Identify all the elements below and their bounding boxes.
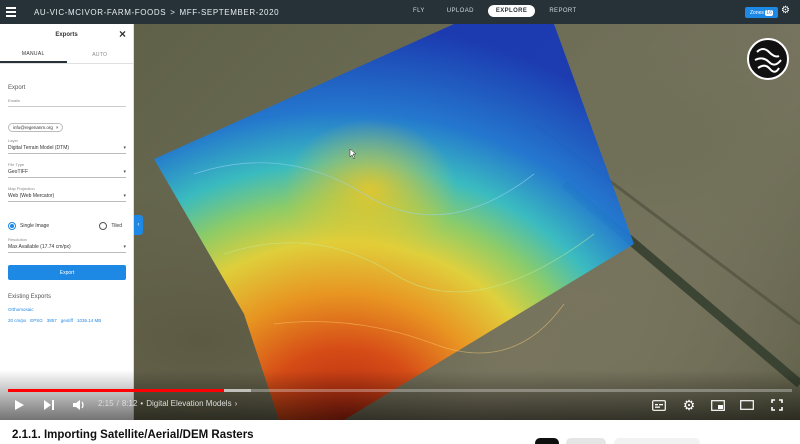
export-meta-resolution: 20 cm/px xyxy=(8,318,27,323)
resolution-value: Max Available (17.74 cm/px) xyxy=(8,244,71,250)
single-image-label: Single Image xyxy=(20,223,50,229)
miniplayer-icon[interactable] xyxy=(709,397,727,413)
email-chip[interactable]: info@regenanm.org × xyxy=(8,123,64,132)
panel-title: Exports xyxy=(55,32,78,38)
map-view[interactable] xyxy=(134,24,800,420)
projection-value: Web (Web Mercator) xyxy=(8,193,55,199)
progress-played xyxy=(8,389,224,392)
breadcrumb: AU-VIC-MCIVOR-FARM-FOODS > MFF-SEPTEMBER… xyxy=(34,8,279,17)
app-top-bar: AU-VIC-MCIVOR-FARM-FOODS > MFF-SEPTEMBER… xyxy=(0,0,800,24)
settings-icon[interactable]: ⚙ xyxy=(680,397,698,413)
breadcrumb-project[interactable]: AU-VIC-MCIVOR-FARM-FOODS xyxy=(34,8,166,17)
export-meta-format: geotiff xyxy=(60,318,73,323)
action-button[interactable] xyxy=(614,438,700,444)
theater-icon[interactable] xyxy=(738,397,756,413)
layer-value: Digital Terrain Model (DTM) xyxy=(8,145,70,151)
next-icon[interactable] xyxy=(40,397,58,413)
zones-button[interactable]: Zones 16 xyxy=(745,7,778,18)
channel-avatar[interactable] xyxy=(535,438,559,444)
caret-down-icon: ▾ xyxy=(123,244,126,250)
breadcrumb-dataset[interactable]: MFF-SEPTEMBER-2020 xyxy=(179,8,279,17)
nav-tab-upload[interactable]: UPLOAD xyxy=(439,5,482,17)
subtitles-icon[interactable] xyxy=(650,397,668,413)
export-meta-epsg: EPSG xyxy=(30,318,43,323)
chapter-title[interactable]: Digital Elevation Models xyxy=(146,399,231,408)
nav-tab-fly[interactable]: FLY xyxy=(405,5,433,17)
tab-manual[interactable]: MANUAL xyxy=(0,46,67,63)
export-button[interactable]: Export xyxy=(8,265,126,280)
projection-select[interactable]: Web (Web Mercator) ▾ xyxy=(8,191,126,202)
chapter-chevron-icon[interactable]: › xyxy=(235,399,238,408)
export-meta-size[interactable]: 1036.14 MB xyxy=(77,318,101,323)
caret-down-icon: ▾ xyxy=(123,169,126,175)
fullscreen-icon[interactable] xyxy=(768,397,786,413)
chip-remove-icon[interactable]: × xyxy=(56,125,59,130)
radio-unselected-icon[interactable] xyxy=(99,222,108,230)
export-heading: Export xyxy=(8,85,26,91)
volume-icon[interactable] xyxy=(70,397,88,413)
dem-highlight xyxy=(154,24,634,420)
caret-down-icon: ▾ xyxy=(123,193,126,199)
emails-field[interactable] xyxy=(8,103,126,107)
exports-panel: Exports × MANUAL AUTO Export Emails info… xyxy=(0,24,134,420)
hamburger-menu-icon[interactable] xyxy=(6,7,24,17)
map-canvas xyxy=(154,24,800,420)
radio-selected-icon[interactable] xyxy=(8,222,16,230)
tab-auto[interactable]: AUTO xyxy=(67,46,134,63)
zones-count: 16 xyxy=(765,9,773,16)
single-image-option[interactable]: Single Image xyxy=(8,222,49,230)
panel-header: Exports × xyxy=(0,24,133,46)
video-player[interactable]: AU-VIC-MCIVOR-FARM-FOODS > MFF-SEPTEMBER… xyxy=(0,0,800,420)
main-nav: FLY UPLOAD EXPLORE REPORT xyxy=(405,5,585,17)
export-meta-code: 3857 xyxy=(46,318,57,323)
tiled-option[interactable]: Tiled xyxy=(99,222,122,230)
time-display: 2:15 / 8:12 • Digital Elevation Models › xyxy=(98,399,237,408)
time-separator: / xyxy=(116,399,119,408)
gear-icon[interactable]: ⚙ xyxy=(781,6,791,16)
current-time: 2:15 xyxy=(98,399,114,408)
email-chip-text: info@regenanm.org xyxy=(13,125,53,130)
subscribe-button[interactable] xyxy=(566,438,606,444)
regen-logo-icon xyxy=(747,38,789,80)
layer-select[interactable]: Digital Terrain Model (DTM) ▾ xyxy=(8,143,126,154)
nav-tab-explore[interactable]: EXPLORE xyxy=(487,5,536,17)
panel-collapse-handle[interactable]: ‹ xyxy=(134,215,143,235)
duration: 8:12 xyxy=(121,399,138,408)
resolution-select[interactable]: Max Available (17.74 cm/px) ▾ xyxy=(8,242,126,253)
nav-tab-report[interactable]: REPORT xyxy=(541,5,584,17)
panel-tabs: MANUAL AUTO xyxy=(0,46,133,64)
youtube-watch-page: AU-VIC-MCIVOR-FARM-FOODS > MFF-SEPTEMBER… xyxy=(0,0,800,444)
video-title: 2.1.1. Importing Satellite/Aerial/DEM Ra… xyxy=(12,429,254,441)
caret-down-icon: ▾ xyxy=(123,145,126,151)
progress-bar[interactable] xyxy=(8,389,792,392)
close-icon[interactable]: × xyxy=(119,28,126,40)
chapter-bullet: • xyxy=(140,399,144,408)
drone-mapping-app: AU-VIC-MCIVOR-FARM-FOODS > MFF-SEPTEMBER… xyxy=(0,0,800,420)
existing-export-name[interactable]: Orthomosaic xyxy=(8,307,126,312)
zones-label: Zones xyxy=(750,9,764,16)
breadcrumb-separator: > xyxy=(170,7,176,17)
existing-exports-heading: Existing Exports xyxy=(8,294,52,300)
filetype-value: GeoTIFF xyxy=(8,169,29,175)
tiled-label: Tiled xyxy=(111,223,122,229)
play-icon[interactable] xyxy=(10,397,28,413)
filetype-select[interactable]: GeoTIFF ▾ xyxy=(8,167,126,178)
